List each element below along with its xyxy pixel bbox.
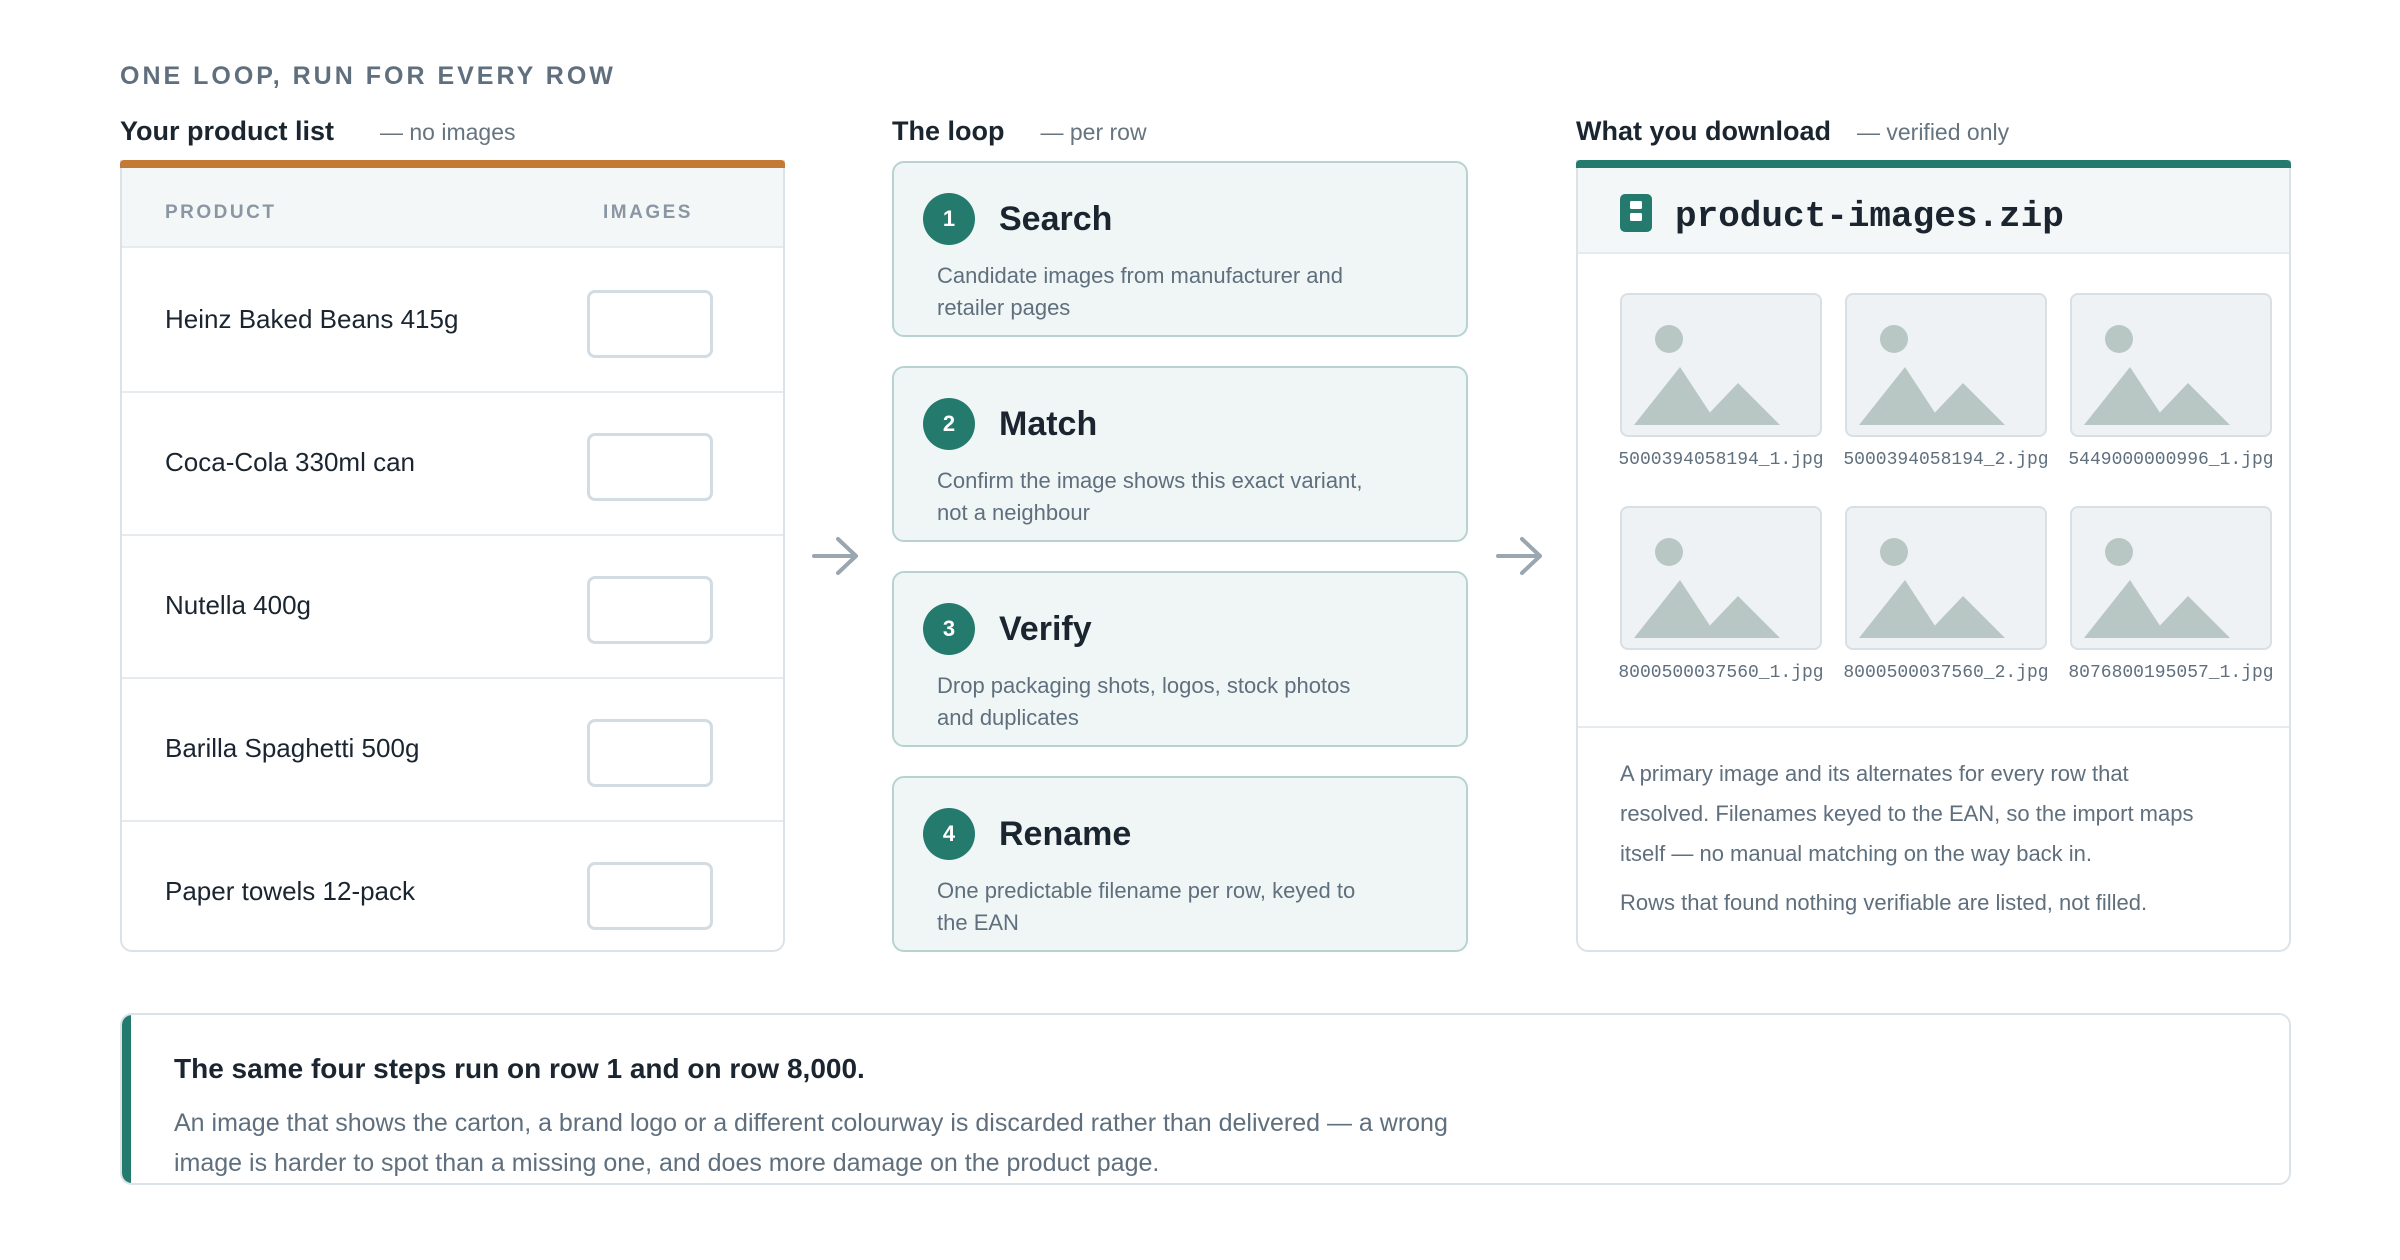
image-placeholder-icon <box>1859 325 2005 425</box>
table-row: Barilla Spaghetti 500g <box>122 679 783 822</box>
arrow-right-icon <box>1496 537 1542 575</box>
product-list-accent-bar <box>120 160 785 168</box>
divider <box>1578 726 2289 728</box>
product-name: Coca-Cola 330ml can <box>165 447 416 477</box>
image-thumbnail <box>1845 506 2047 650</box>
file-name: 5000394058194_1.jpg <box>1618 450 1824 470</box>
column-header-images: IMAGES <box>603 202 693 223</box>
step-number-badge: 2 <box>923 398 975 450</box>
callout-body: An image that shows the carton, a brand … <box>174 1109 1448 1177</box>
image-placeholder-icon <box>1859 538 2005 638</box>
loop-header: The loop — per row <box>892 116 1147 150</box>
zip-file-header: product-images.zip <box>1578 168 2289 254</box>
download-subtitle: — verified only <box>1856 119 2010 145</box>
product-name: Paper towels 12-pack <box>165 876 416 906</box>
table-row: Nutella 400g <box>122 536 783 679</box>
zip-file-icon <box>1620 194 1652 232</box>
product-name: Barilla Spaghetti 500g <box>165 733 420 763</box>
step-description: One predictable filename per row, keyed … <box>937 878 1356 935</box>
image-thumbnail <box>2070 506 2272 650</box>
image-placeholder-icon <box>1634 538 1780 638</box>
step-description: Confirm the image shows this exact varia… <box>937 468 1363 525</box>
product-list-table: PRODUCT IMAGES Heinz Baked Beans 415g Co… <box>120 160 785 952</box>
image-thumbnail <box>1845 293 2047 437</box>
image-placeholder-icon <box>2084 538 2230 638</box>
loop-subtitle: — per row <box>1040 119 1147 145</box>
download-panel: product-images.zip 5000394058194_1.jpg 5… <box>1576 160 2291 952</box>
table-header: PRODUCT IMAGES <box>122 168 783 248</box>
image-thumbnail <box>1620 293 1822 437</box>
step-title: Verify <box>999 610 1092 648</box>
empty-image-slot <box>587 719 713 787</box>
file-name: 5000394058194_2.jpg <box>1843 450 2049 470</box>
product-name: Heinz Baked Beans 415g <box>165 304 459 334</box>
callout-heading: The same four steps run on row 1 and on … <box>174 1053 865 1084</box>
step-number-badge: 3 <box>923 603 975 655</box>
eyebrow-heading: ONE LOOP, RUN FOR EVERY ROW <box>120 62 616 90</box>
zip-file-name: product-images.zip <box>1675 196 2064 237</box>
file-name: 8000500037560_2.jpg <box>1843 663 2049 683</box>
download-accent-bar <box>1576 160 2291 168</box>
product-name: Nutella 400g <box>165 590 311 620</box>
callout-accent-bar <box>122 1015 131 1183</box>
step-title: Rename <box>999 815 1132 853</box>
column-header-product: PRODUCT <box>165 202 277 223</box>
file-name: 8000500037560_1.jpg <box>1618 663 1824 683</box>
table-row: Paper towels 12-pack <box>122 822 783 965</box>
step-verify: 3 Verify Drop packaging shots, logos, st… <box>892 571 1468 747</box>
image-placeholder-icon <box>2084 325 2230 425</box>
step-search: 1 Search Candidate images from manufactu… <box>892 161 1468 337</box>
empty-image-slot <box>587 576 713 644</box>
file-name: 5449000000996_1.jpg <box>2068 450 2274 470</box>
step-description: Candidate images from manufacturer and r… <box>937 263 1343 320</box>
callout-note: The same four steps run on row 1 and on … <box>120 1013 2291 1185</box>
download-header: What you download — verified only <box>1576 116 2009 150</box>
step-match: 2 Match Confirm the image shows this exa… <box>892 366 1468 542</box>
download-footnote: Rows that found nothing verifiable are l… <box>1620 890 2148 915</box>
step-title: Match <box>999 405 1098 443</box>
download-description: A primary image and its alternates for e… <box>1620 761 2194 866</box>
product-list-title: Your product list <box>120 116 334 146</box>
step-number-badge: 1 <box>923 193 975 245</box>
empty-image-slot <box>587 433 713 501</box>
empty-image-slot <box>587 862 713 930</box>
step-title: Search <box>999 200 1113 238</box>
step-description: Drop packaging shots, logos, stock photo… <box>937 673 1351 730</box>
arrow-right-icon <box>812 537 858 575</box>
download-title: What you download <box>1576 116 1831 146</box>
file-name: 8076800195057_1.jpg <box>2068 663 2274 683</box>
image-thumbnail <box>2070 293 2272 437</box>
empty-image-slot <box>587 290 713 358</box>
step-number-badge: 4 <box>923 808 975 860</box>
product-list-subtitle: — no images <box>380 119 516 145</box>
table-row: Coca-Cola 330ml can <box>122 393 783 536</box>
step-rename: 4 Rename One predictable filename per ro… <box>892 776 1468 952</box>
loop-title: The loop <box>892 116 1005 146</box>
product-list-header: Your product list — no images <box>120 116 516 150</box>
image-thumbnail <box>1620 506 1822 650</box>
image-placeholder-icon <box>1634 325 1780 425</box>
table-row: Heinz Baked Beans 415g <box>122 250 783 393</box>
